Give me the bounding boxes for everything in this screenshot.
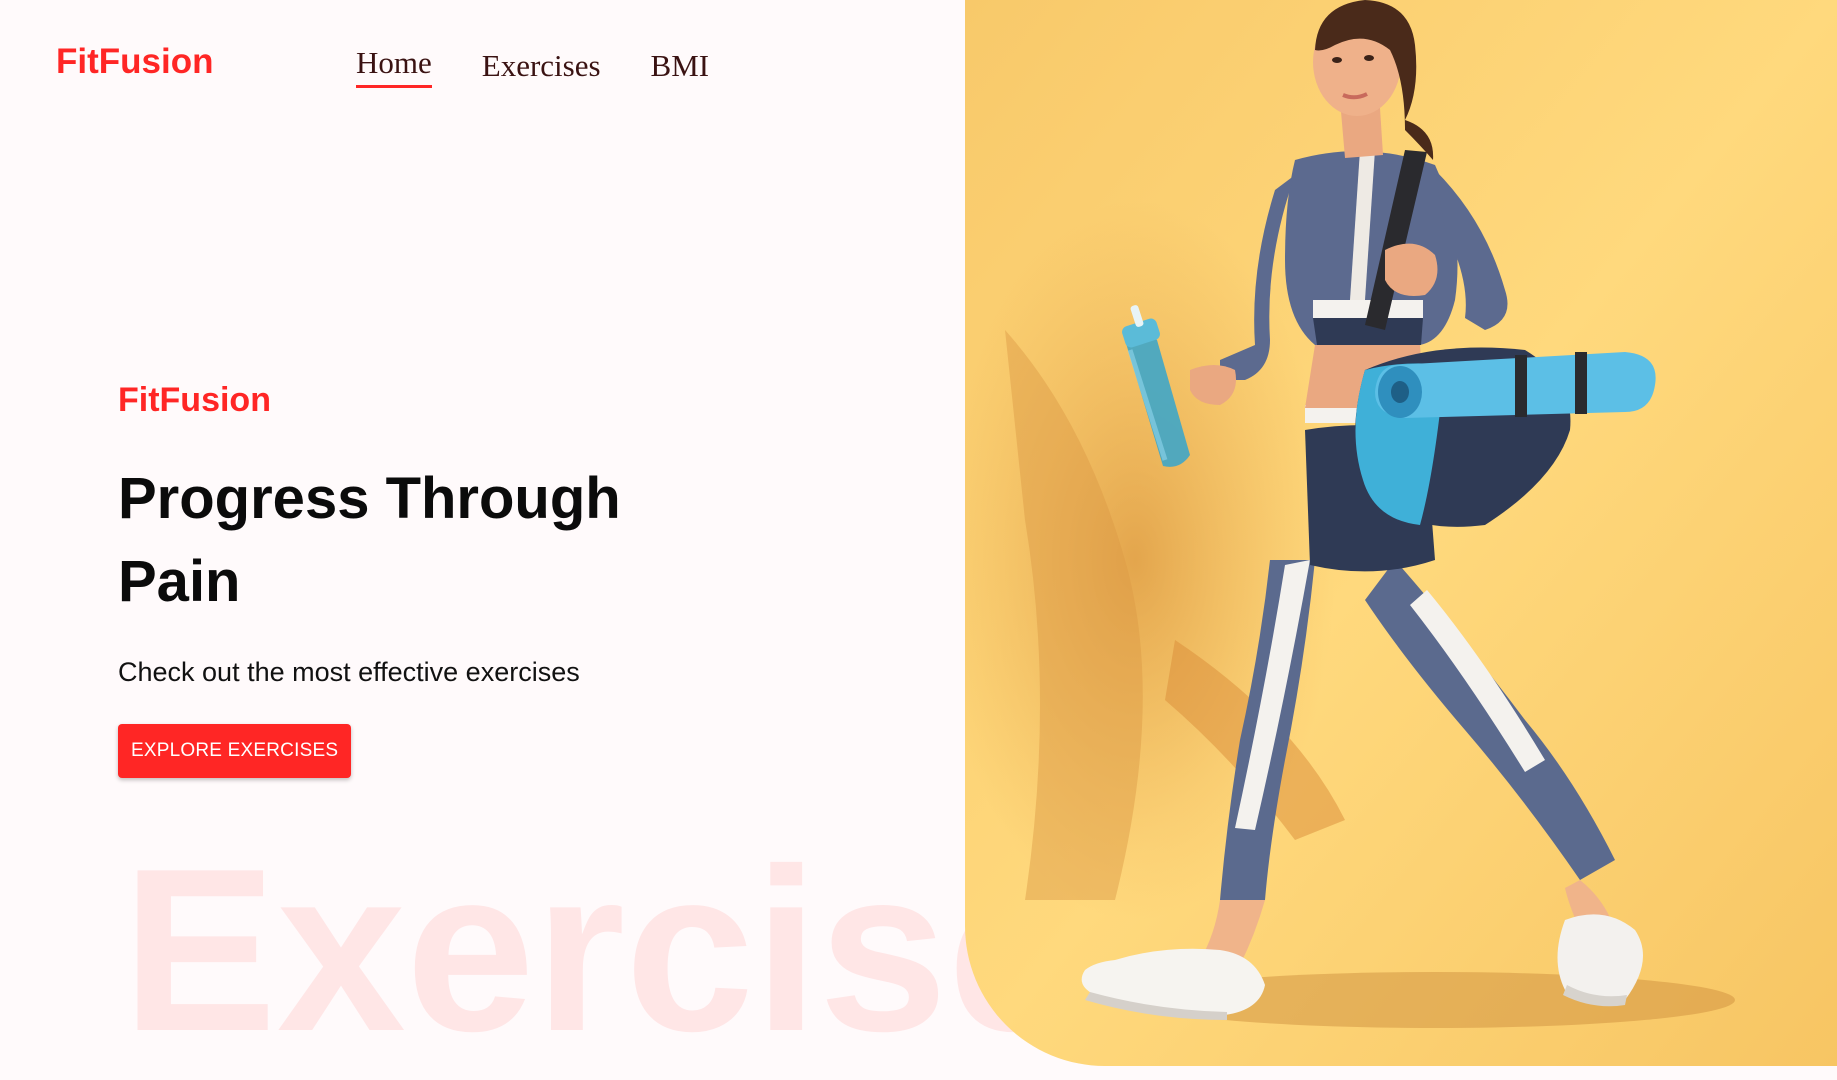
woman-walking-with-gym-bag-image [965,0,1837,1066]
explore-exercises-button[interactable]: EXPLORE EXERCISES [118,723,352,778]
watermark-text: Exercise [122,821,1077,1080]
nav-exercises-link[interactable]: Exercises [482,48,601,88]
hero-subtitle: Check out the most effective exercises [118,656,580,687]
hero-section: FitFusion Progress Through Pain Check ou… [118,380,878,778]
main-nav: Home Exercises BMI [356,45,759,88]
nav-bmi-link[interactable]: BMI [651,48,710,88]
nav-home-link[interactable]: Home [356,45,432,88]
hero-title: Progress Through Pain [118,465,621,614]
hero-banner-image [965,0,1837,1066]
logo[interactable]: FitFusion [56,42,213,82]
hero-brand: FitFusion [118,381,271,419]
